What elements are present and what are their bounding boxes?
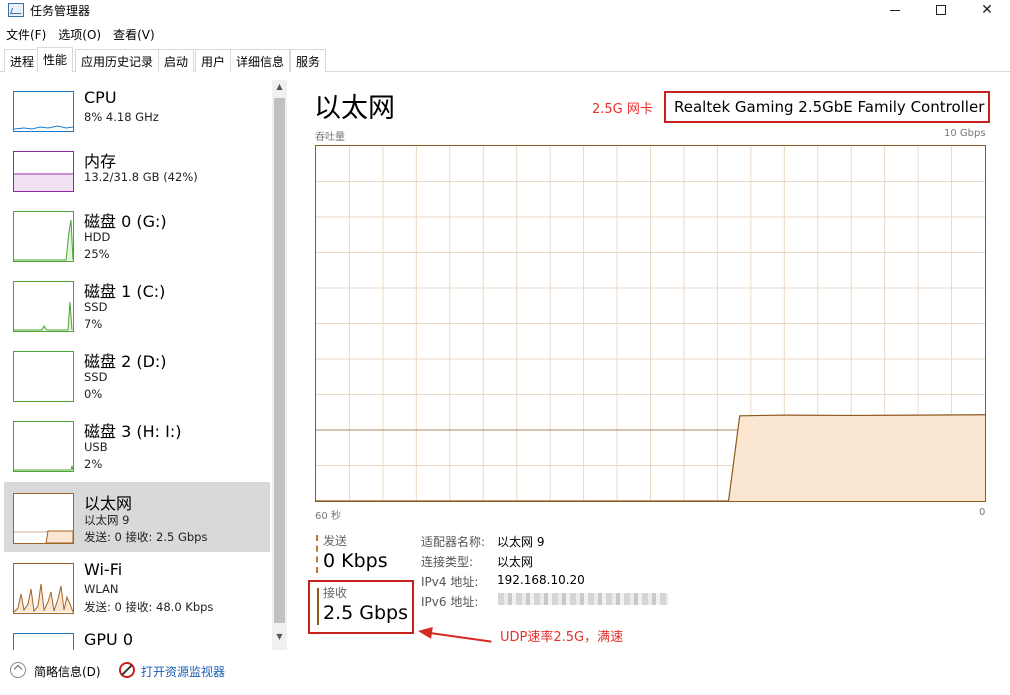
sidebar-item-detail: USB	[84, 440, 108, 454]
sidebar-item-disk-3[interactable]: 磁盘 3 (H: I:) USB 2%	[4, 410, 270, 480]
throughput-chart: 2 Gbps	[316, 146, 986, 502]
annotation-arrow	[429, 632, 492, 643]
sidebar-item-label: Wi-Fi	[84, 560, 123, 579]
sidebar-item-detail: HDD	[84, 230, 111, 244]
maximize-icon	[936, 5, 946, 15]
memory-thumbnail	[13, 151, 74, 192]
sidebar-item-detail: SSD	[84, 370, 108, 384]
sidebar-item-usage: 2%	[84, 457, 103, 471]
sidebar-item-detail: 13.2/31.8 GB (42%)	[84, 170, 198, 184]
tab-users[interactable]: 用户	[195, 49, 232, 72]
info-value: 192.168.10.20	[497, 573, 585, 587]
adapter-name-highlight: Realtek Gaming 2.5GbE Family Controller	[664, 91, 990, 123]
tab-startup[interactable]: 启动	[158, 49, 195, 72]
scroll-up-icon[interactable]: ▲	[272, 82, 287, 98]
receive-highlight: 接收 2.5 Gbps	[308, 580, 414, 634]
receive-label: 接收	[323, 586, 348, 600]
cpu-thumbnail	[13, 91, 74, 132]
window-title: 任务管理器	[30, 4, 91, 18]
menu-options[interactable]: 选项(O)	[52, 24, 107, 45]
wifi-thumbnail	[13, 563, 74, 614]
tab-app-history[interactable]: 应用历史记录	[75, 49, 160, 72]
info-value: 以太网 9	[497, 535, 545, 549]
disk-0-thumbnail	[13, 211, 74, 262]
info-value: 以太网	[497, 555, 534, 569]
x-left-label: 60 秒	[315, 511, 341, 522]
tab-services[interactable]: 服务	[290, 49, 327, 72]
send-value: 0 Kbps	[323, 550, 388, 572]
sidebar-item-wifi[interactable]: Wi-Fi WLAN 发送: 0 接收: 48.0 Kbps	[4, 552, 270, 622]
sidebar-scrollbar[interactable]: ▲ ▼	[272, 80, 287, 650]
title-bar: 任务管理器 ✕	[0, 0, 1010, 22]
info-label: IPv6 地址:	[421, 595, 479, 609]
sidebar-item-disk-0[interactable]: 磁盘 0 (G:) HDD 25%	[4, 200, 270, 270]
send-label: 发送	[323, 534, 348, 548]
task-manager-icon	[8, 3, 24, 17]
arrow-head-icon	[417, 625, 433, 639]
minimize-icon	[890, 9, 900, 11]
sidebar-item-label: 磁盘 1 (C:)	[84, 282, 166, 301]
receive-marker	[317, 588, 319, 625]
udp-annotation: UDP速率2.5G，满速	[500, 630, 624, 645]
disk-1-thumbnail	[13, 281, 74, 332]
tab-details[interactable]: 详细信息	[230, 49, 291, 72]
sidebar-item-detail: SSD	[84, 300, 108, 314]
gpu-thumbnail	[13, 633, 74, 650]
sidebar-item-usage: 发送: 0 接收: 2.5 Gbps	[84, 530, 208, 544]
scrollbar-thumb[interactable]	[274, 98, 285, 623]
info-label: 连接类型:	[421, 555, 474, 569]
sidebar-item-label: 磁盘 3 (H: I:)	[84, 422, 182, 441]
sidebar-item-usage: 发送: 0 接收: 48.0 Kbps	[84, 600, 214, 614]
sidebar-item-label: 磁盘 0 (G:)	[84, 212, 167, 231]
maximize-button[interactable]	[918, 0, 964, 22]
info-label: IPv4 地址:	[421, 575, 479, 589]
sidebar-item-label: 磁盘 2 (D:)	[84, 352, 167, 371]
ethernet-thumbnail	[13, 493, 74, 544]
sidebar-item-label: CPU	[84, 88, 117, 107]
tab-bar: 进程 性能 应用历史记录 启动 用户 详细信息 服务	[0, 47, 1010, 72]
sidebar-item-detail: 8% 4.18 GHz	[84, 110, 159, 124]
minimize-button[interactable]	[872, 0, 918, 22]
sidebar-item-disk-2[interactable]: 磁盘 2 (D:) SSD 0%	[4, 340, 270, 410]
sidebar-item-ethernet[interactable]: 以太网 以太网 9 发送: 0 接收: 2.5 Gbps	[4, 482, 270, 552]
nic-annotation: 2.5G 网卡	[592, 102, 653, 117]
bottom-bar: 简略信息(D) 打开资源监视器	[0, 658, 1010, 688]
disk-3-thumbnail	[13, 421, 74, 472]
sidebar-item-usage: 25%	[84, 247, 110, 261]
collapse-icon[interactable]	[10, 662, 26, 678]
performance-sidebar: CPU 8% 4.18 GHz 内存 13.2/31.8 GB (42%) 磁盘…	[4, 80, 272, 650]
close-button[interactable]: ✕	[964, 0, 1010, 22]
info-label: 适配器名称:	[421, 535, 486, 549]
disk-2-thumbnail	[13, 351, 74, 402]
throughput-label: 吞吐量	[315, 132, 345, 143]
sidebar-item-disk-1[interactable]: 磁盘 1 (C:) SSD 7%	[4, 270, 270, 340]
sidebar-item-label: 以太网	[84, 494, 133, 513]
x-right-label: 0	[979, 507, 986, 518]
sidebar-item-label: GPU 0	[84, 630, 134, 649]
menu-view[interactable]: 查看(V)	[107, 24, 161, 45]
sidebar-item-label: 内存	[84, 152, 117, 171]
sidebar-item-detail: WLAN	[84, 582, 119, 596]
page-title: 以太网	[314, 93, 395, 124]
close-icon: ✕	[981, 2, 993, 18]
fewer-details-button[interactable]: 简略信息(D)	[34, 663, 101, 680]
throughput-graph: 2 Gbps	[315, 145, 986, 502]
send-marker	[316, 535, 318, 573]
tab-processes[interactable]: 进程	[4, 49, 41, 72]
menu-bar: 文件(F) 选项(O) 查看(V)	[0, 24, 161, 44]
sidebar-item-detail: 以太网 9	[84, 513, 130, 527]
sidebar-item-usage: 0%	[84, 387, 103, 401]
menu-file[interactable]: 文件(F)	[0, 24, 52, 45]
adapter-name: Realtek Gaming 2.5GbE Family Controller	[674, 98, 985, 116]
sidebar-item-gpu-0[interactable]: GPU 0	[4, 622, 270, 650]
max-scale-label: 10 Gbps	[944, 128, 986, 139]
sidebar-item-usage: 7%	[84, 317, 103, 331]
tab-performance[interactable]: 性能	[37, 47, 74, 72]
ipv6-redacted-value	[498, 593, 668, 605]
scroll-down-icon[interactable]: ▼	[272, 632, 287, 648]
open-resource-monitor-link[interactable]: 打开资源监视器	[141, 663, 225, 680]
resource-monitor-icon	[119, 662, 135, 678]
receive-value: 2.5 Gbps	[323, 602, 408, 624]
